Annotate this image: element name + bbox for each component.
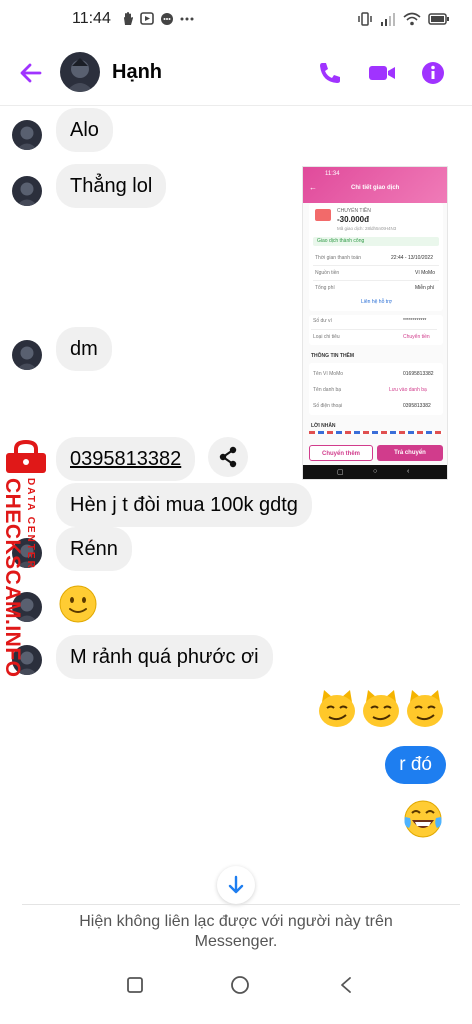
scroll-to-bottom-button[interactable] xyxy=(217,866,255,904)
my-message-bubble[interactable]: r đó xyxy=(385,746,446,784)
shot-transfer-icon xyxy=(315,209,331,221)
message-bubble[interactable]: Hèn j t đòi mua 100k gdtg xyxy=(56,483,312,527)
shared-image-transaction-screenshot[interactable]: 11:34 ← Chi tiết giao dịch CHUYỂN TIỀN -… xyxy=(302,166,448,480)
message-bubble[interactable]: Thẳng lol xyxy=(56,164,167,208)
chat-icon xyxy=(161,13,173,25)
shot-status: Giao dịch thành công xyxy=(317,238,365,244)
status-bar: 11:44 xyxy=(0,0,472,40)
shot-support-link: Liên hệ hỗ trợ xyxy=(361,299,393,305)
hand-icon xyxy=(124,12,133,25)
shot-time: 11:34 xyxy=(325,171,340,177)
phone-number-link[interactable]: 0395813382 xyxy=(56,437,196,481)
status-time: 11:44 xyxy=(72,10,111,27)
back-arrow-icon[interactable] xyxy=(18,60,44,86)
video-camera-icon[interactable] xyxy=(368,60,396,86)
smirking-cat-icon[interactable] xyxy=(360,688,402,730)
message-bubble[interactable]: Rénn xyxy=(56,527,132,571)
shot-back-icon: ← xyxy=(309,183,317,192)
watermark-brand: CHECKSCAM.INFO xyxy=(1,478,24,678)
shot-transfer-more-button: Chuyển thêm xyxy=(309,445,373,461)
conversation-header: Hạnh xyxy=(0,40,472,106)
sender-avatar[interactable] xyxy=(12,340,42,370)
recent-apps-icon[interactable] xyxy=(126,976,144,994)
contact-avatar[interactable] xyxy=(60,52,100,92)
share-icon xyxy=(219,446,237,468)
slightly-smiling-face-icon[interactable] xyxy=(58,584,98,624)
watermark-subtitle: DATA CENTER xyxy=(25,478,36,570)
signal-icon xyxy=(381,13,395,26)
sender-avatar[interactable] xyxy=(12,120,42,150)
unavailable-notice: Hiện không liên lạc được với người này t… xyxy=(79,913,393,950)
home-icon[interactable] xyxy=(230,975,250,995)
arrow-down-icon xyxy=(228,875,244,894)
messenger-icon xyxy=(140,12,154,25)
message-bubble[interactable]: dm xyxy=(56,327,112,371)
message-bubble[interactable]: M rảnh quá phước ơi xyxy=(56,635,273,679)
vibrate-icon xyxy=(358,12,372,26)
contact-name[interactable]: Hạnh xyxy=(112,61,162,84)
info-icon[interactable] xyxy=(420,60,448,86)
more-dots-icon xyxy=(180,17,194,21)
shot-return-button: Trả chuyển xyxy=(377,445,443,461)
message-bubble[interactable]: Alo xyxy=(56,108,113,152)
sender-avatar[interactable] xyxy=(12,176,42,206)
reaction-emoji-group xyxy=(316,688,446,730)
wifi-icon xyxy=(403,12,421,26)
battery-icon xyxy=(428,13,449,25)
smirking-cat-icon[interactable] xyxy=(316,688,358,730)
system-navigation-bar xyxy=(0,954,472,1020)
checkscam-watermark: CHECKSCAM.INFO DATA CENTER xyxy=(0,440,60,678)
lock-icon xyxy=(6,440,46,473)
share-button[interactable] xyxy=(208,437,248,477)
system-back-icon[interactable] xyxy=(338,976,354,994)
phone-icon[interactable] xyxy=(316,60,344,86)
shot-title: Chi tiết giao dịch xyxy=(351,185,400,191)
shot-amount: -30.000đ xyxy=(337,215,370,224)
tears-of-joy-icon[interactable] xyxy=(402,798,444,840)
smirking-cat-icon[interactable] xyxy=(404,688,446,730)
